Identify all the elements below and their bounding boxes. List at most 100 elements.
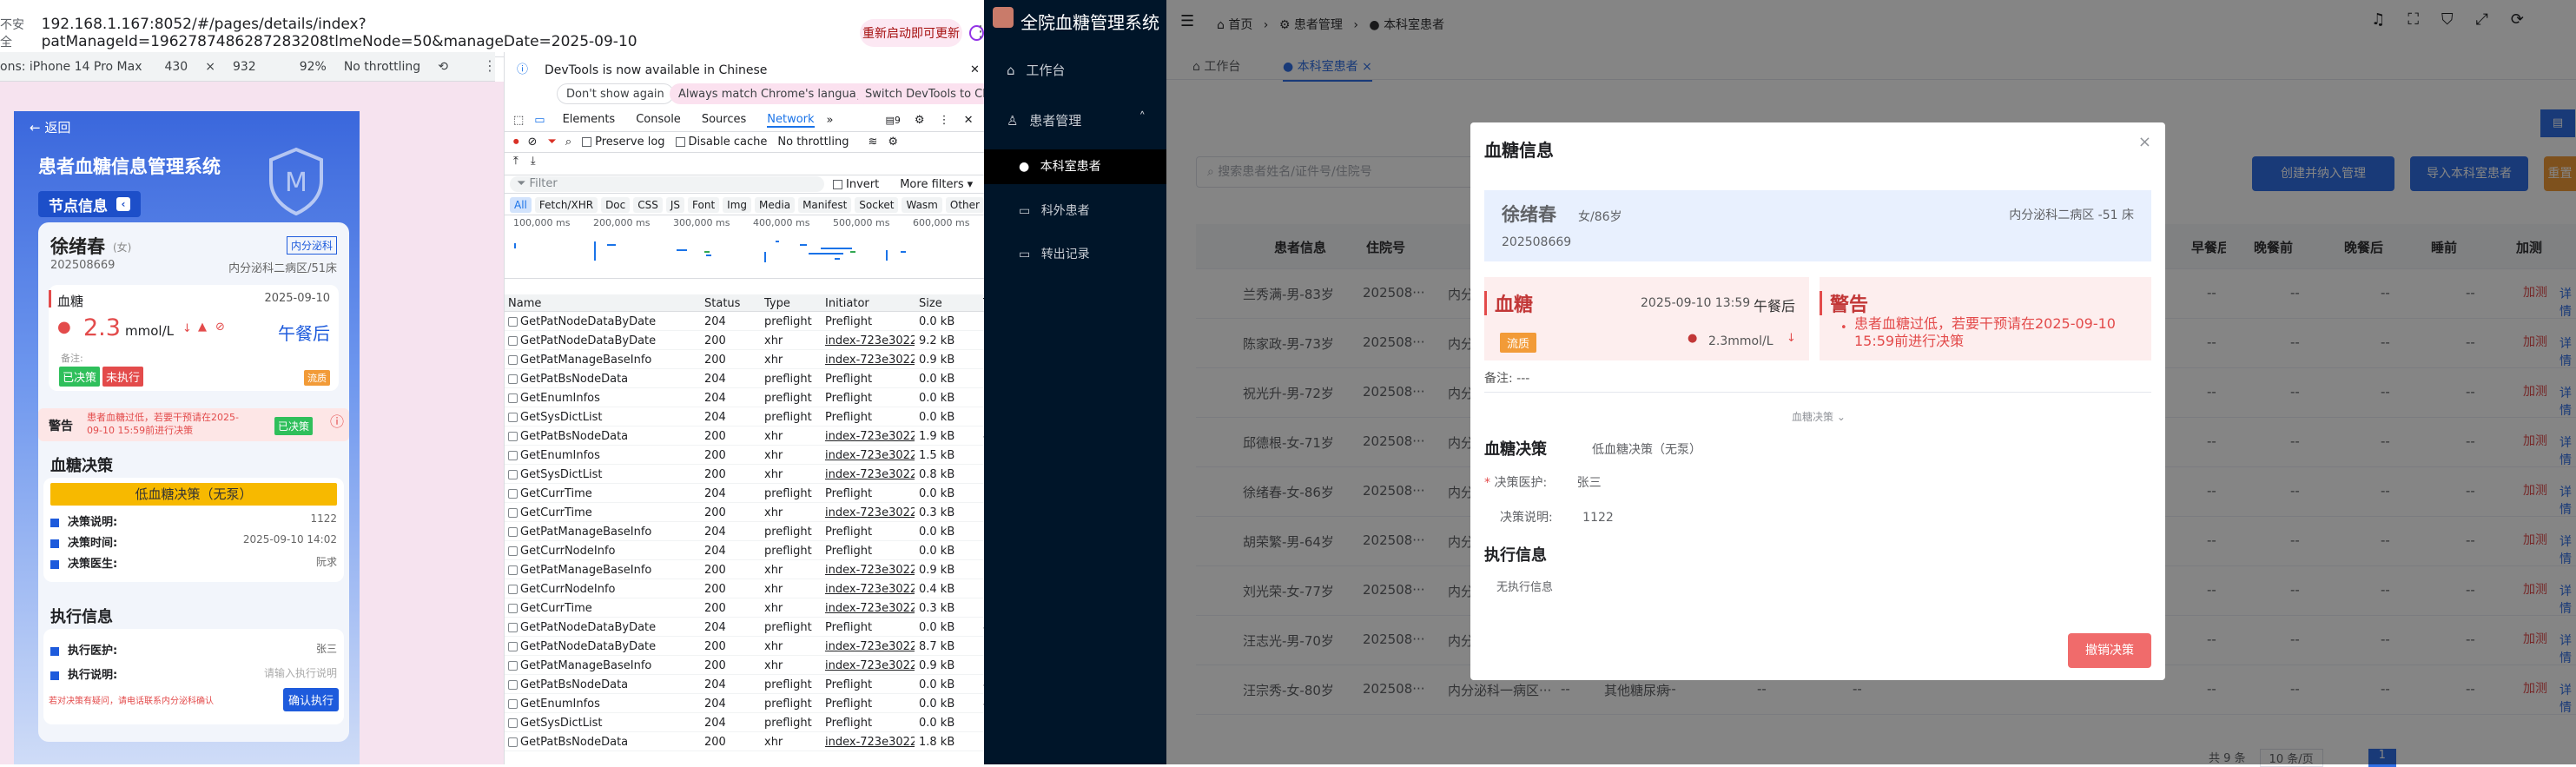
messages-badge[interactable]: ▤9 (886, 116, 901, 125)
row-checkbox[interactable] (508, 489, 518, 499)
row-checkbox[interactable] (508, 508, 518, 518)
row-checkbox[interactable] (508, 737, 518, 747)
row-checkbox[interactable] (508, 546, 518, 556)
request-row[interactable]: GetPatManageBaseInfo 200 xhr index-723e3022… (505, 657, 985, 675)
type-filter-chip[interactable]: Wasm (902, 197, 942, 213)
menu-dept-patients[interactable]: ● 本科室患者 (984, 149, 1166, 184)
request-cell[interactable]: index-723e3022... (825, 640, 915, 653)
close-notice-icon[interactable]: ✕ (970, 64, 980, 76)
request-row[interactable]: GetSysDictList 204 preflight Preflight 0.0 k… (505, 714, 985, 732)
request-cell[interactable]: index-723e3022... (825, 430, 915, 443)
type-filter-chip[interactable]: JS (665, 197, 685, 213)
record-icon[interactable]: ⏺ (513, 136, 519, 148)
settings-gear-icon[interactable]: ⚙ (915, 115, 925, 126)
type-filter-chip[interactable]: Manifest (798, 197, 852, 213)
request-cell[interactable]: Preflight (825, 411, 915, 424)
menu-workbench[interactable]: ⌂ 工作台 (1007, 61, 1065, 79)
search-icon[interactable]: ⌕ (565, 136, 571, 148)
row-checkbox[interactable] (508, 451, 518, 460)
switch-language-button[interactable]: Switch DevTools to Chi (856, 83, 985, 104)
request-cell[interactable]: index-723e3022... (825, 602, 915, 615)
zoom-select[interactable]: 92% (300, 60, 327, 74)
type-filter-chip[interactable]: Other (945, 197, 984, 213)
request-cell[interactable]: Preflight (825, 373, 915, 386)
modal-close-icon[interactable]: × (2138, 135, 2151, 150)
network-settings-icon[interactable]: ⚙ (888, 136, 898, 148)
row-checkbox[interactable] (508, 661, 518, 671)
request-cell[interactable]: index-723e3022... (825, 583, 915, 596)
disable-cache-checkbox[interactable] (675, 137, 685, 147)
rotate-icon[interactable]: ⟲ (438, 61, 448, 73)
throttle-select[interactable]: No throttling (344, 60, 420, 74)
row-checkbox[interactable] (508, 470, 518, 479)
request-cell[interactable]: Preflight (825, 678, 915, 691)
tab-sources[interactable]: Sources (702, 113, 746, 128)
request-cell[interactable]: Preflight (825, 621, 915, 634)
row-checkbox[interactable] (508, 604, 518, 613)
request-cell[interactable]: index-723e3022... (825, 449, 915, 462)
inspect-icon[interactable]: ⬚ (513, 115, 524, 126)
column-header[interactable]: Initiator (825, 297, 869, 310)
row-checkbox[interactable] (508, 374, 518, 384)
invert-checkbox[interactable] (833, 179, 842, 189)
row-checkbox[interactable] (508, 565, 518, 575)
node-info-button[interactable]: 节点信息 ‹ (38, 191, 141, 217)
request-row[interactable]: GetEnumInfos204preflightPreflight0.0 kB4… (505, 695, 985, 713)
request-row[interactable]: GetPatNodeDataByDate 200 xhr index-723e3022… (505, 638, 985, 656)
more-tabs-icon[interactable]: » (827, 115, 834, 126)
request-row[interactable]: GetCurrTime 200 xhr index-723e3022... 0.3 kB… (505, 504, 985, 522)
exec-row-value[interactable]: 请输入执行说明 (264, 665, 337, 680)
request-row[interactable]: GetCurrTime 200 xhr index-723e3022... 0.3 kB… (505, 599, 985, 618)
request-row[interactable]: GetPatNodeDataByDate 204 preflight Prefligh… (505, 618, 985, 637)
row-checkbox[interactable] (508, 393, 518, 403)
menu-outside-patients[interactable]: ▭ 科外患者 (1019, 202, 1090, 219)
type-filter-chip[interactable]: Socket (855, 197, 899, 213)
filter-funnel-icon[interactable]: ⏷ (547, 136, 556, 148)
type-filter-chip[interactable]: Fetch/XHR (534, 197, 598, 213)
row-checkbox[interactable] (508, 680, 518, 690)
type-filter-chip[interactable]: All (510, 197, 532, 213)
device-height[interactable]: 932 (233, 60, 256, 74)
column-header[interactable]: Type (764, 297, 790, 310)
row-checkbox[interactable] (508, 718, 518, 728)
type-filter-chip[interactable]: Font (688, 197, 720, 213)
request-cell[interactable]: Preflight (825, 698, 915, 711)
match-language-button[interactable]: Always match Chrome's language (670, 83, 879, 104)
info-circle-icon[interactable]: ⓘ (330, 415, 344, 429)
request-cell[interactable]: Preflight (825, 545, 915, 558)
request-cell[interactable]: index-723e3022... (825, 564, 915, 577)
request-cell[interactable]: index-723e3022... (825, 506, 915, 519)
row-checkbox[interactable] (508, 336, 518, 346)
request-row[interactable]: GetPatBsNodeData 200 xhr index-723e3022... 1… (505, 427, 985, 446)
restart-to-update-button[interactable]: 重新启动即可更新 (860, 19, 962, 47)
row-checkbox[interactable] (508, 413, 518, 422)
request-row[interactable]: GetPatManageBaseInfo 200 xhr index-723e3022… (505, 561, 985, 579)
cancel-decision-button[interactable]: 撤销决策 (2068, 633, 2151, 668)
network-throttle-select[interactable]: No throttling (777, 136, 849, 149)
url-text[interactable]: 192.168.1.167:8052/#/pages/details/index… (42, 16, 910, 50)
request-row[interactable]: GetPatBsNodeData 200 xhr index-723e3022... 1… (505, 733, 985, 751)
menu-patient-mgmt[interactable]: ♙ 患者管理 ˄ (1007, 111, 1154, 129)
tab-console[interactable]: Console (636, 113, 681, 128)
row-checkbox[interactable] (508, 527, 518, 537)
request-cell[interactable]: Preflight (825, 717, 915, 730)
back-link[interactable]: ← 返回 (30, 118, 70, 136)
column-header[interactable]: Status (704, 297, 740, 310)
tab-elements[interactable]: Elements (563, 113, 616, 128)
device-width[interactable]: 430 (164, 60, 188, 74)
row-checkbox[interactable] (508, 585, 518, 594)
request-row[interactable]: GetPatBsNodeData 204 preflight Preflight 0.0… (505, 370, 985, 388)
expand-toggle[interactable]: 血糖决策 ⌄ (1792, 409, 1846, 424)
request-cell[interactable]: index-723e3022... (825, 334, 915, 347)
request-row[interactable]: GetEnumInfos 200 xhr index-723e3022... 1.5 k… (505, 446, 985, 465)
address-bar[interactable]: 不安全 192.168.1.167:8052/#/pages/details/i… (0, 14, 984, 52)
request-row[interactable]: GetEnumInfos204preflightPreflight0.0 kB3… (505, 389, 985, 407)
row-checkbox[interactable] (508, 699, 518, 709)
column-header[interactable]: Name (508, 297, 541, 310)
request-cell[interactable]: Preflight (825, 487, 915, 500)
confirm-execute-button[interactable]: 确认执行 (282, 688, 339, 711)
request-cell[interactable]: Preflight (825, 392, 915, 405)
devtools-close-icon[interactable]: ✕ (964, 115, 974, 126)
request-row[interactable]: GetSysDictList 200 xhr index-723e3022... 0.8… (505, 466, 985, 484)
wifi-icon[interactable]: ≋ (868, 136, 877, 148)
